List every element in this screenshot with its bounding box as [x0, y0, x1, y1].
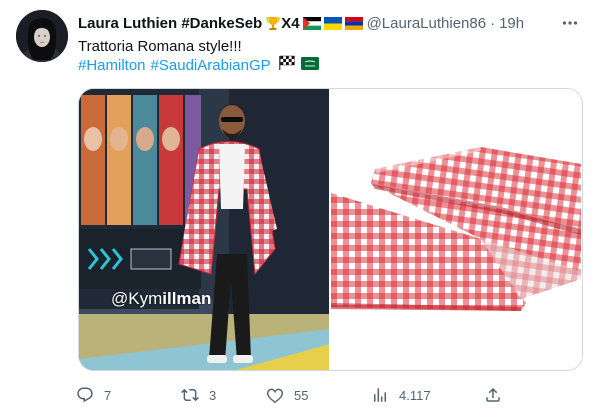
hashtag-line: #Hamilton #SaudiArabianGP: [78, 55, 322, 77]
views-count: 4.117: [399, 387, 431, 403]
palestine-flag-icon: [302, 16, 321, 30]
views-icon: [371, 386, 389, 404]
photo-watermark: @Kymillman: [111, 289, 212, 308]
hashtag-saudiarabiangp[interactable]: #SaudiArabianGP: [151, 56, 271, 76]
handle[interactable]: @LauraLuthien86: [367, 15, 487, 32]
retweet-count: 3: [209, 387, 217, 403]
photo-gingham-tablecloths[interactable]: [330, 89, 582, 370]
ukraine-flag-icon: [323, 16, 342, 30]
like-count: 55: [294, 387, 309, 403]
photo-hamilton-red-check-coat[interactable]: @Kymillman: [79, 89, 329, 370]
like-icon: [266, 386, 284, 404]
retweet-button[interactable]: 3: [181, 383, 216, 407]
tweet: Laura Luthien #DankeSeb X4 @LauraLuthien…: [0, 0, 598, 415]
saudi-flag-icon: [300, 56, 319, 76]
display-name[interactable]: Laura Luthien #DankeSeb: [78, 15, 262, 32]
share-icon: [484, 386, 502, 404]
badge-text: X4: [281, 14, 300, 32]
reply-icon: [76, 386, 94, 404]
media-grid[interactable]: @Kymillman: [78, 88, 583, 371]
checkered-flag-icon: [278, 55, 296, 77]
armenia-flag-icon: [344, 16, 363, 30]
tweet-text: Trattoria Romana style!!!: [78, 38, 242, 55]
tweet-header: Laura Luthien #DankeSeb X4 @LauraLuthien…: [78, 12, 583, 34]
reply-count: 7: [104, 387, 112, 403]
reply-button[interactable]: 7: [76, 383, 111, 407]
like-button[interactable]: 55: [266, 383, 308, 407]
share-button[interactable]: [484, 383, 502, 407]
views-button[interactable]: 4.117: [371, 383, 431, 407]
trophy-icon: [265, 15, 281, 31]
hashtag-hamilton[interactable]: #Hamilton: [78, 56, 146, 76]
retweet-icon: [181, 386, 199, 404]
timestamp[interactable]: 19h: [499, 15, 524, 32]
more-options-icon[interactable]: [559, 12, 581, 34]
separator: ·: [490, 14, 496, 32]
action-bar: 7 3 55 4.117: [66, 383, 586, 407]
avatar[interactable]: [16, 10, 68, 62]
